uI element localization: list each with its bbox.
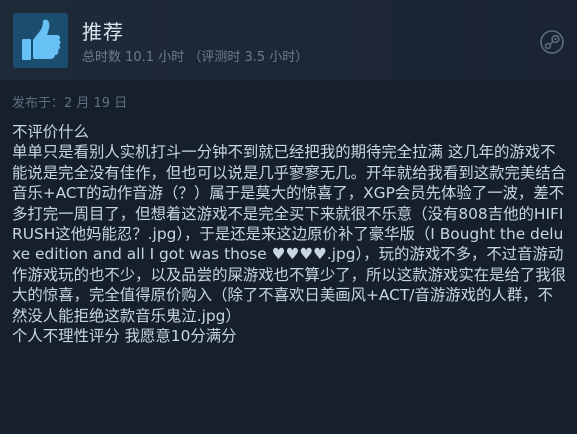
review-paragraph: 不评价什么 xyxy=(12,123,89,141)
review-paragraph: 单单只是看别人实机打斗一分钟不到就已经把我的期待完全拉满 这几年的游戏不能说是完… xyxy=(12,143,567,325)
recommendation-title: 推荐 xyxy=(82,20,124,44)
steam-logo-icon xyxy=(540,30,564,54)
review-paragraph: 个人不理性评分 我愿意10分满分 xyxy=(12,327,237,346)
review-header: 推荐 总时数 10.1 小时 （评测时 3.5 小时） xyxy=(0,0,577,80)
playtime-hours: 总时数 10.1 小时 （评测时 3.5 小时） xyxy=(82,50,309,65)
thumbs-up-icon xyxy=(13,13,68,68)
posted-date: 发布于：2 月 19 日 xyxy=(12,96,128,111)
review-body: 不评价什么 单单只是看别人实机打斗一分钟不到就已经把我的期待完全拉满 这几年的游… xyxy=(12,122,568,346)
